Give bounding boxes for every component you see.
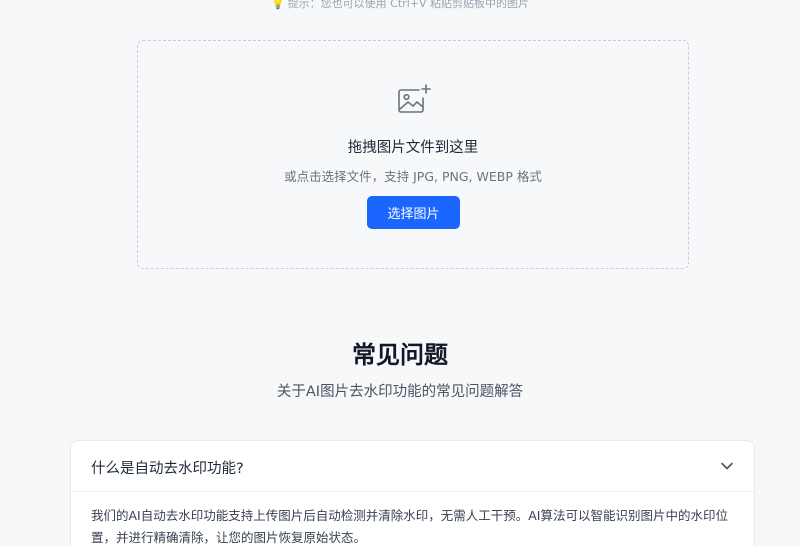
faq-title: 常见问题 bbox=[352, 341, 448, 369]
paste-hint: 💡 提示：您也可以使用 Ctrl+V 粘贴剪贴板中的图片 bbox=[0, 0, 800, 11]
faq-subtitle: 关于AI图片去水印功能的常见问题解答 bbox=[276, 384, 524, 400]
faq-question-toggle[interactable]: 什么是自动去水印功能? bbox=[71, 441, 754, 492]
dropzone-subtitle: 或点击选择文件，支持 JPG, PNG, WEBP 格式 bbox=[284, 169, 542, 184]
chevron-down-icon[interactable] bbox=[720, 459, 734, 473]
page: 💡 提示：您也可以使用 Ctrl+V 粘贴剪贴板中的图片 拖拽图片文件到这里 或点… bbox=[0, 0, 800, 546]
faq-question: 什么是自动去水印功能? bbox=[91, 461, 244, 477]
dropzone-title: 拖拽图片文件到这里 bbox=[347, 140, 479, 156]
select-image-button[interactable]: 选择图片 bbox=[367, 196, 460, 229]
upload-dropzone[interactable]: 拖拽图片文件到这里 或点击选择文件，支持 JPG, PNG, WEBP 格式 选… bbox=[137, 40, 689, 269]
paste-hint-text: 提示：您也可以使用 Ctrl+V 粘贴剪贴板中的图片 bbox=[287, 0, 529, 10]
faq-item: 什么是自动去水印功能? 我们的AI自动去水印功能支持上传图片后自动检测并清除水印… bbox=[70, 440, 755, 546]
lightbulb-icon: 💡 bbox=[270, 0, 285, 10]
image-add-icon bbox=[398, 84, 431, 113]
faq-answer: 我们的AI自动去水印功能支持上传图片后自动检测并清除水印，无需人工干预。AI算法… bbox=[91, 508, 728, 545]
